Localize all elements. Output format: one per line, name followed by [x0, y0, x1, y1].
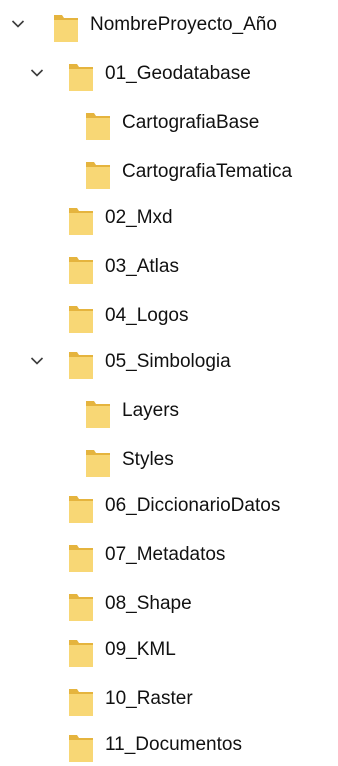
tree-item-05-simbologia[interactable]: 05_Simbologia	[0, 343, 338, 383]
tree-item-cartografiabase[interactable]: CartografiaBase	[0, 104, 338, 144]
folder-icon	[86, 162, 110, 189]
tree-item-10-raster[interactable]: 10_Raster	[0, 680, 338, 720]
folder-icon	[54, 15, 78, 42]
tree-item-label: 09_KML	[105, 639, 176, 660]
tree-item-01-geodatabase[interactable]: 01_Geodatabase	[0, 55, 338, 95]
tree-item-08-shape[interactable]: 08_Shape	[0, 585, 338, 625]
tree-item-label: 08_Shape	[105, 593, 192, 614]
folder-tree: NombreProyecto_Año 01_Geodatabase Cartog…	[0, 0, 338, 762]
tree-item-label: CartografiaBase	[122, 112, 260, 133]
tree-item-label: 05_Simbologia	[105, 351, 231, 372]
tree-item-styles[interactable]: Styles	[0, 441, 338, 481]
tree-item-04-logos[interactable]: 04_Logos	[0, 297, 338, 337]
tree-item-label: Styles	[122, 449, 174, 470]
tree-item-layers[interactable]: Layers	[0, 392, 338, 432]
tree-item-label: Layers	[122, 400, 180, 421]
tree-item-02-mxd[interactable]: 02_Mxd	[0, 199, 338, 239]
folder-icon	[69, 594, 93, 621]
tree-item-label: 02_Mxd	[105, 207, 173, 228]
tree-item-label: 10_Raster	[105, 688, 193, 709]
folder-icon	[69, 496, 93, 523]
tree-item-nombreproyecto-ano[interactable]: NombreProyecto_Año	[0, 6, 338, 46]
folder-icon	[69, 306, 93, 333]
folder-icon	[69, 64, 93, 91]
folder-icon	[86, 450, 110, 477]
folder-icon	[86, 401, 110, 428]
tree-item-07-metadatos[interactable]: 07_Metadatos	[0, 536, 338, 576]
tree-item-03-atlas[interactable]: 03_Atlas	[0, 248, 338, 288]
tree-item-label: 07_Metadatos	[105, 544, 226, 565]
chevron-down-icon[interactable]	[30, 356, 44, 366]
tree-item-label: 11_Documentos	[105, 734, 242, 755]
tree-item-label: 03_Atlas	[105, 256, 179, 277]
tree-item-label: NombreProyecto_Año	[90, 14, 277, 35]
folder-icon	[69, 352, 93, 379]
folder-icon	[69, 208, 93, 235]
tree-item-label: CartografiaTematica	[122, 161, 293, 182]
tree-item-06-diccionariodatos[interactable]: 06_DiccionarioDatos	[0, 487, 338, 527]
chevron-down-icon[interactable]	[30, 68, 44, 78]
chevron-down-icon[interactable]	[11, 19, 25, 29]
folder-icon	[86, 113, 110, 140]
tree-item-09-kml[interactable]: 09_KML	[0, 631, 338, 671]
tree-item-label: 04_Logos	[105, 305, 189, 326]
folder-icon	[69, 735, 93, 762]
folder-icon	[69, 257, 93, 284]
tree-item-11-documentos[interactable]: 11_Documentos	[0, 726, 338, 766]
folder-icon	[69, 545, 93, 572]
tree-item-cartografiatematica[interactable]: CartografiaTematica	[0, 153, 338, 193]
folder-icon	[69, 640, 93, 667]
tree-item-label: 01_Geodatabase	[105, 63, 251, 84]
tree-item-label: 06_DiccionarioDatos	[105, 495, 281, 516]
folder-icon	[69, 689, 93, 716]
